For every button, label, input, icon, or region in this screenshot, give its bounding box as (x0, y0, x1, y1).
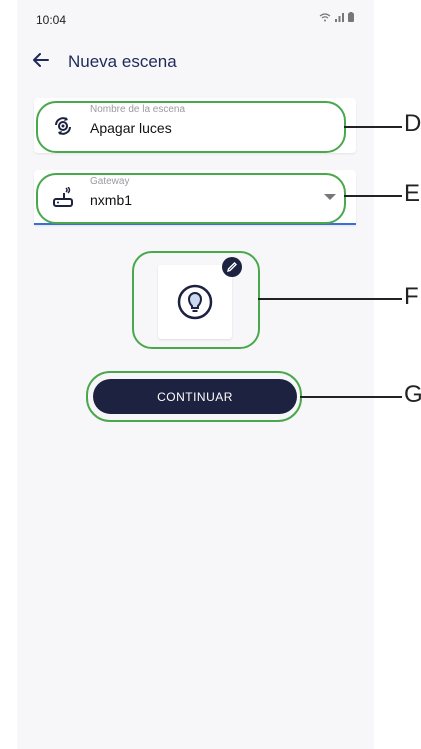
battery-icon (348, 12, 354, 22)
annotation-label-e: E (404, 180, 421, 207)
annotation-label-d: D (404, 110, 421, 137)
annotation-label-g: G (404, 381, 421, 408)
annotation-line-f (258, 298, 402, 300)
annotation-highlight-f (132, 251, 260, 349)
annotation-highlight-e (36, 173, 346, 224)
arrow-left-icon (33, 53, 49, 67)
annotation-line-g (300, 396, 402, 398)
page-title: Nueva escena (68, 52, 177, 71)
back-button[interactable] (33, 50, 49, 73)
annotation-line-d (344, 126, 402, 128)
annotation-highlight-g (86, 371, 302, 422)
status-time: 10:04 (36, 13, 67, 27)
annotation-line-e (344, 195, 402, 197)
wifi-icon (319, 13, 331, 22)
annotation-label-f: F (404, 283, 419, 310)
signal-icon (335, 13, 344, 22)
status-icons (319, 12, 354, 22)
annotation-highlight-d (36, 101, 346, 153)
